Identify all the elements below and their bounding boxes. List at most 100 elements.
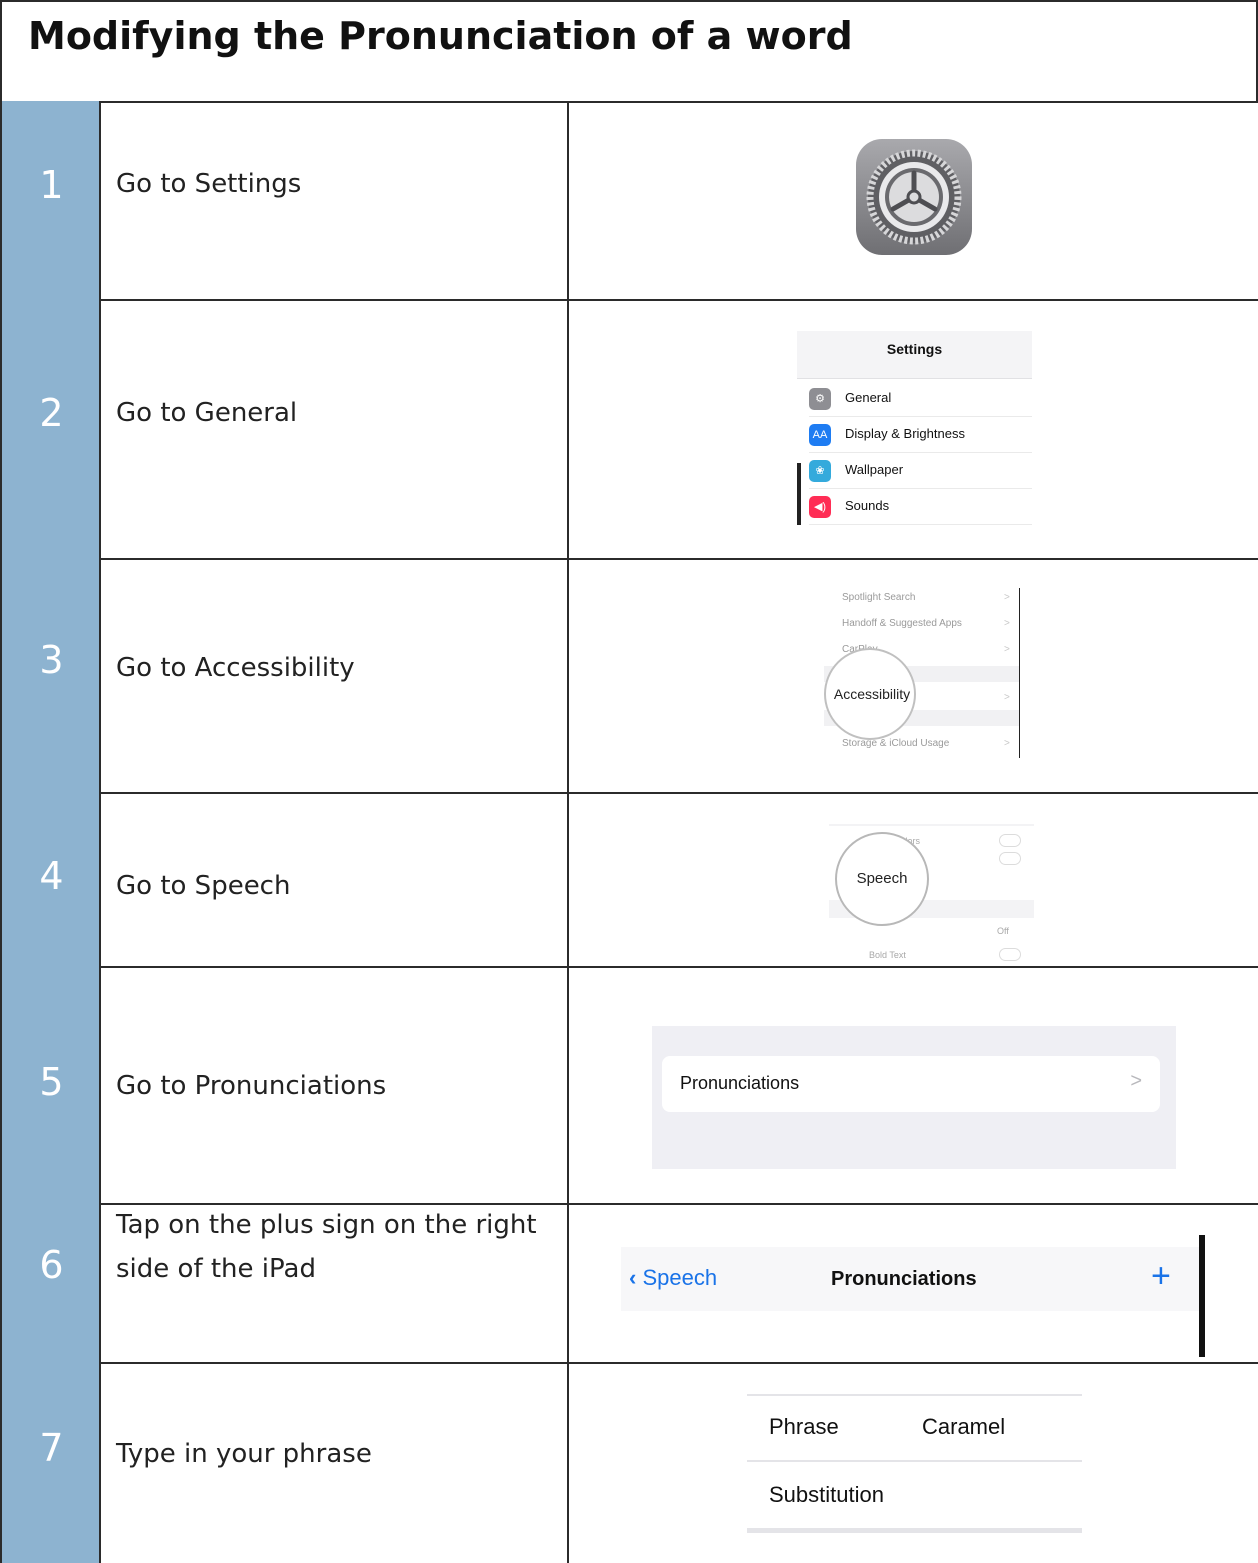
- nav-bar-screenshot: ‹ Speech Pronunciations +: [621, 1235, 1206, 1357]
- instruction-text: Type in your phrase: [116, 1439, 372, 1469]
- magnifier-circle[interactable]: Accessibility: [824, 648, 916, 740]
- instruction-text: Go to General: [116, 398, 298, 428]
- step-row-2: 2 Go to General Settings ⚙ General AA Di…: [0, 299, 1258, 558]
- screenshot-cell: [569, 101, 1258, 299]
- instruction-cell: Tap on the plus sign on the right side o…: [101, 1203, 569, 1362]
- speech-list-screenshot: Invert Colors Off Bold Text Speech: [829, 824, 1034, 961]
- step-number-cell: 2: [0, 299, 101, 558]
- pronunciations-screenshot: Pronunciations >: [652, 1026, 1176, 1169]
- chevron-left-icon: ‹: [629, 1265, 637, 1290]
- instruction-cell: Type in your phrase: [101, 1362, 569, 1563]
- flower-icon: ❀: [809, 460, 831, 482]
- step-number: 3: [39, 638, 64, 682]
- list-item-wallpaper[interactable]: ❀ Wallpaper: [809, 453, 1032, 489]
- screenshot-cell: Pronunciations >: [569, 966, 1258, 1203]
- instruction-text: Go to Accessibility: [116, 653, 355, 683]
- list-item[interactable]: Handoff & Suggested Apps: [842, 618, 962, 629]
- gear-icon: ⚙: [809, 388, 831, 410]
- list-item-sounds[interactable]: ◀) Sounds: [809, 489, 1032, 525]
- chevron-right-icon: >: [1004, 592, 1010, 603]
- step-row-4: 4 Go to Speech Invert Colors Off Bold Te…: [0, 792, 1258, 966]
- edge-line: [1019, 588, 1020, 758]
- accessibility-label: Accessibility: [833, 686, 911, 702]
- step-number: 2: [39, 391, 64, 435]
- step-number-cell: 7: [0, 1362, 101, 1563]
- list-item-display[interactable]: AA Display & Brightness: [809, 417, 1032, 453]
- phrase-field[interactable]: Caramel: [922, 1414, 1005, 1440]
- toggle-switch[interactable]: [999, 852, 1021, 865]
- substitution-label[interactable]: Substitution: [769, 1482, 884, 1508]
- nav-title: Pronunciations: [831, 1268, 977, 1290]
- instruction-text: Go to Pronunciations: [116, 1071, 387, 1101]
- instruction-cell: Go to General: [101, 299, 569, 558]
- step-row-6: 6 Tap on the plus sign on the right side…: [0, 1203, 1258, 1362]
- instruction-cell: Go to Settings: [101, 101, 569, 299]
- speech-label: Speech: [856, 870, 908, 887]
- step-number: 1: [39, 163, 64, 207]
- list-item-general[interactable]: ⚙ General: [809, 381, 1032, 417]
- instruction-text: Go to Speech: [116, 871, 291, 901]
- step-number: 4: [39, 854, 64, 898]
- divider: [747, 1528, 1082, 1533]
- list-item-label: Display & Brightness: [845, 426, 965, 441]
- divider: [747, 1394, 1082, 1396]
- chevron-right-icon: >: [1004, 644, 1010, 655]
- pronunciations-label: Pronunciations: [680, 1073, 800, 1093]
- screenshot-cell: Invert Colors Off Bold Text Speech: [569, 792, 1258, 966]
- speaker-icon: ◀): [809, 496, 831, 518]
- step-row-5: 5 Go to Pronunciations Pronunciations >: [0, 966, 1258, 1203]
- settings-header: Settings: [797, 331, 1032, 379]
- edge-bar: [1199, 1235, 1205, 1357]
- step-number: 5: [39, 1060, 64, 1104]
- settings-list-screenshot: Settings ⚙ General AA Display & Brightne…: [797, 331, 1032, 526]
- toggle-switch[interactable]: [999, 834, 1021, 847]
- settings-title: Settings: [886, 341, 943, 357]
- list-item[interactable]: Bold Text: [869, 950, 906, 960]
- step-number-cell: 4: [0, 792, 101, 966]
- pronunciations-row[interactable]: Pronunciations >: [662, 1056, 1160, 1112]
- magnifier-circle[interactable]: Speech: [835, 832, 929, 926]
- chevron-right-icon: >: [1004, 692, 1010, 703]
- list-item[interactable]: Storage & iCloud Usage: [842, 738, 949, 749]
- screenshot-cell: Spotlight Search > Handoff & Suggested A…: [569, 558, 1258, 792]
- list-item-label: Wallpaper: [845, 462, 904, 477]
- toggle-switch[interactable]: [999, 948, 1021, 961]
- document-title: Modifying the Pronunciation of a word: [28, 14, 853, 58]
- step-row-3: 3 Go to Accessibility Spotlight Search >…: [0, 558, 1258, 792]
- setting-value: Off: [997, 926, 1009, 936]
- back-button[interactable]: ‹ Speech: [629, 1265, 717, 1291]
- instruction-text: Tap on the plus sign on the right side o…: [116, 1210, 537, 1284]
- instruction-cell: Go to Speech: [101, 792, 569, 966]
- screenshot-cell: Phrase Caramel Substitution: [569, 1362, 1258, 1563]
- step-row-1: 1 Go to Settings: [0, 101, 1258, 299]
- instruction-text: Go to Settings: [116, 169, 302, 199]
- list-item-label: General: [845, 390, 892, 405]
- step-number-cell: 6: [0, 1203, 101, 1362]
- section-gap: [829, 824, 1034, 826]
- text-size-icon: AA: [809, 424, 831, 446]
- step-number-cell: 1: [0, 101, 101, 299]
- add-button[interactable]: +: [1151, 1257, 1171, 1296]
- chevron-right-icon: >: [1004, 738, 1010, 749]
- accessibility-list-screenshot: Spotlight Search > Handoff & Suggested A…: [824, 588, 1021, 758]
- instruction-cell: Go to Accessibility: [101, 558, 569, 792]
- step-row-7: 7 Type in your phrase Phrase Caramel Sub…: [0, 1362, 1258, 1563]
- chevron-right-icon: >: [1130, 1070, 1142, 1092]
- navigation-bar: ‹ Speech Pronunciations +: [621, 1247, 1201, 1311]
- divider: [747, 1460, 1082, 1462]
- title-row: Modifying the Pronunciation of a word: [0, 0, 1258, 101]
- edge-bar: [797, 463, 801, 525]
- list-item-label: Sounds: [845, 498, 890, 513]
- back-label: Speech: [642, 1265, 718, 1290]
- step-number: 6: [39, 1243, 64, 1287]
- phrase-label: Phrase: [769, 1414, 839, 1439]
- chevron-right-icon: >: [1004, 618, 1010, 629]
- list-item[interactable]: Spotlight Search: [842, 592, 915, 603]
- step-number-cell: 3: [0, 558, 101, 792]
- instruction-cell: Go to Pronunciations: [101, 966, 569, 1203]
- settings-gear-icon: [856, 139, 972, 255]
- screenshot-cell: Settings ⚙ General AA Display & Brightne…: [569, 299, 1258, 558]
- step-number-cell: 5: [0, 966, 101, 1203]
- screenshot-cell: ‹ Speech Pronunciations +: [569, 1203, 1258, 1362]
- phrase-form-screenshot: Phrase Caramel Substitution: [747, 1394, 1082, 1534]
